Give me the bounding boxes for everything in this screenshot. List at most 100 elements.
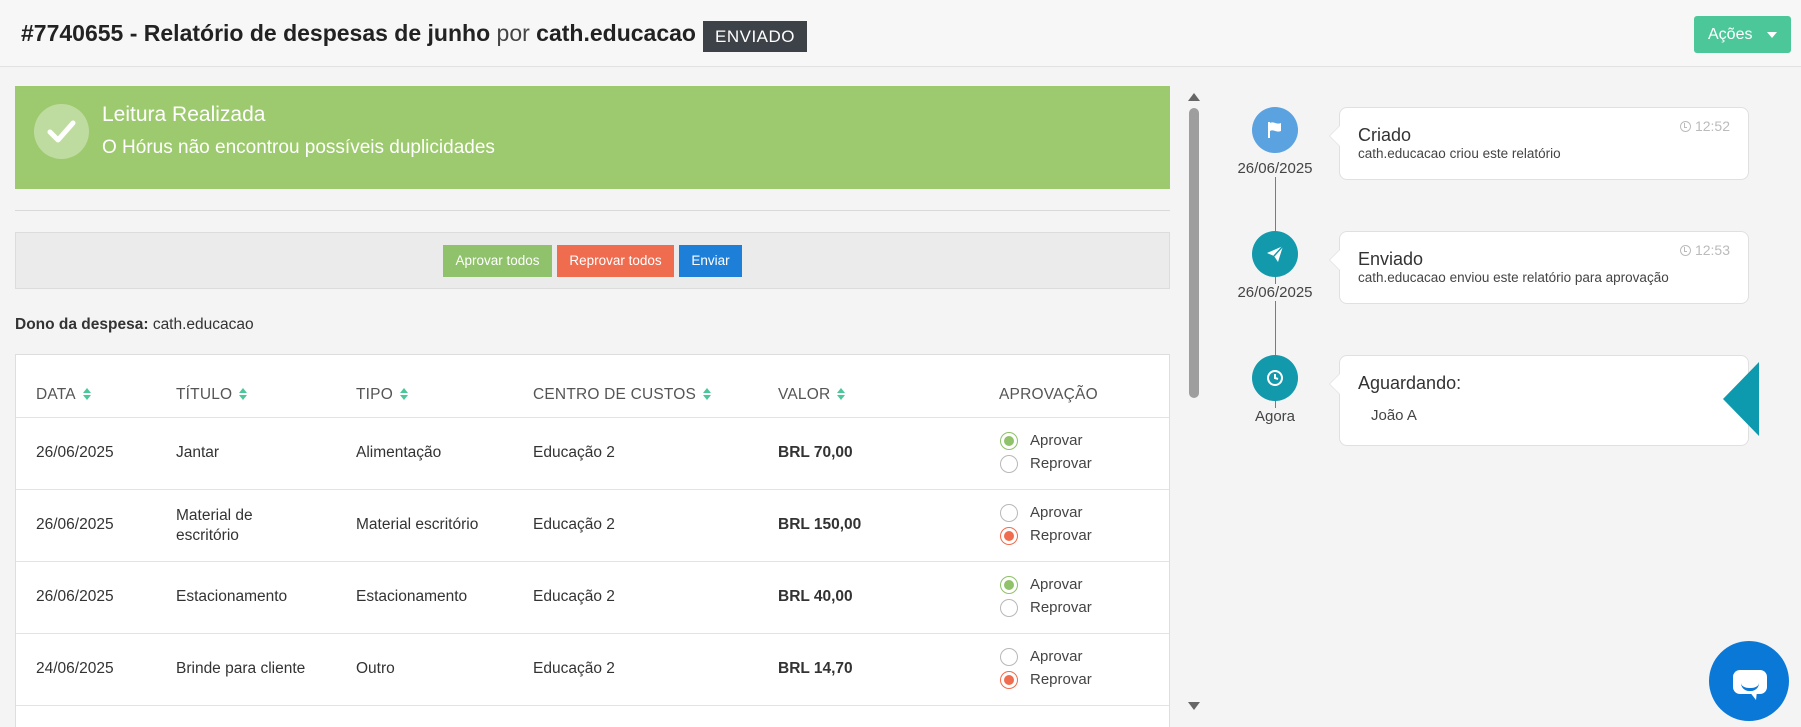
- cell-valor: BRL 40,00: [778, 588, 853, 605]
- reject-label: Reprovar: [1030, 599, 1092, 616]
- reject-label: Reprovar: [1030, 455, 1092, 472]
- scroll-thumb[interactable]: [1189, 108, 1199, 398]
- cell-data: 24/06/2025: [36, 660, 114, 677]
- clock-icon: [1679, 245, 1691, 256]
- event-title: Criado: [1358, 125, 1412, 145]
- paper-plane-icon: [1252, 231, 1298, 277]
- table-row: 24/06/2025 Brinde para cliente Outro Edu…: [16, 633, 1169, 705]
- timeline-date: 26/06/2025: [1229, 284, 1321, 301]
- expenses-table: DATA TÍTULO TIPO CENTRO DE CUSTOS VALOR …: [15, 354, 1170, 727]
- por-label: por: [496, 20, 530, 46]
- chat-support-button[interactable]: [1709, 641, 1789, 721]
- column-header-label: APROVAÇÃO: [999, 386, 1098, 403]
- reject-label: Reprovar: [1030, 671, 1092, 688]
- radio-empty-icon: [1000, 599, 1018, 617]
- content-scrollbar[interactable]: [1185, 88, 1203, 716]
- column-header-valor[interactable]: VALOR: [778, 386, 846, 404]
- column-header-tipo[interactable]: TIPO: [356, 386, 408, 404]
- clock-icon: [1679, 121, 1691, 132]
- event-time-value: 12:52: [1694, 118, 1730, 134]
- approve-radio[interactable]: Aprovar: [1000, 647, 1185, 667]
- reject-all-button[interactable]: Reprovar todos: [557, 245, 674, 277]
- approve-radio[interactable]: Aprovar: [1000, 503, 1185, 523]
- timeline-date: 26/06/2025: [1229, 160, 1321, 177]
- timeline-card-sent: Enviado cath.educacao enviou este relató…: [1329, 231, 1749, 304]
- column-header-aprovacao: APROVAÇÃO: [999, 386, 1098, 404]
- event-time-value: 12:53: [1694, 242, 1730, 258]
- flag-icon: [1252, 107, 1298, 153]
- page-title: #7740655 - Relatório de despesas de junh…: [21, 20, 696, 47]
- cell-tipo: Alimentação: [356, 444, 442, 461]
- cell-centro: Educação 2: [533, 588, 615, 605]
- cell-data: 26/06/2025: [36, 516, 114, 533]
- send-button[interactable]: Enviar: [679, 245, 742, 277]
- cell-titulo: Jantar: [176, 444, 220, 461]
- sort-icon: [239, 387, 248, 400]
- alert-message: O Hórus não encontrou possíveis duplicid…: [102, 137, 495, 158]
- column-header-label: TIPO: [356, 386, 393, 403]
- timeline-card-created: Criado cath.educacao criou este relatóri…: [1329, 107, 1749, 180]
- approve-label: Aprovar: [1030, 432, 1083, 449]
- timeline-date: Agora: [1229, 408, 1321, 425]
- reject-radio[interactable]: Reprovar: [1000, 454, 1185, 474]
- approve-label: Aprovar: [1030, 504, 1083, 521]
- sort-icon: [837, 387, 846, 400]
- cell-tipo: Estacionamento: [356, 588, 468, 605]
- approve-radio[interactable]: Aprovar: [1000, 575, 1185, 595]
- reject-radio[interactable]: Reprovar: [1000, 526, 1185, 546]
- event-description: cath.educacao enviou este relatório para…: [1358, 270, 1669, 285]
- radio-empty-icon: [1000, 455, 1018, 473]
- event-time: 12:52: [1679, 118, 1730, 134]
- radio-selected-icon: [1000, 576, 1018, 594]
- clock-icon: [1252, 355, 1298, 401]
- radio-selected-icon: [1000, 671, 1018, 689]
- status-badge: ENVIADO: [703, 21, 808, 52]
- radio-selected-icon: [1000, 432, 1018, 450]
- cell-valor: BRL 70,00: [778, 444, 853, 461]
- cell-titulo: Material de escritório: [176, 507, 253, 544]
- sort-icon: [399, 387, 408, 400]
- cell-titulo: Estacionamento: [176, 588, 288, 605]
- approve-all-button[interactable]: Aprovar todos: [443, 245, 552, 277]
- radio-empty-icon: [1000, 504, 1018, 522]
- check-circle-icon: [34, 104, 89, 159]
- reject-label: Reprovar: [1030, 527, 1092, 544]
- column-header-centro-de-custos[interactable]: CENTRO DE CUSTOS: [533, 386, 712, 404]
- radio-empty-icon: [1000, 648, 1018, 666]
- event-title: Enviado: [1358, 249, 1424, 269]
- approve-label: Aprovar: [1030, 576, 1083, 593]
- column-header-label: TÍTULO: [176, 386, 233, 403]
- event-description: cath.educacao criou este relatório: [1358, 146, 1561, 161]
- event-time: 12:53: [1679, 242, 1730, 258]
- pending-title: Aguardando:: [1358, 373, 1462, 393]
- cell-centro: Educação 2: [533, 444, 615, 461]
- bulk-action-bar: Aprovar todos Reprovar todos Enviar: [15, 232, 1170, 289]
- actions-dropdown-button[interactable]: Ações: [1694, 16, 1791, 53]
- duplicate-check-alert: Leitura Realizada O Hórus não encontrou …: [15, 86, 1170, 189]
- side-panel-toggle[interactable]: [1723, 362, 1759, 436]
- radio-selected-icon: [1000, 527, 1018, 545]
- column-header-label: VALOR: [778, 386, 831, 403]
- table-row: 26/06/2025 Jantar Alimentação Educação 2…: [16, 417, 1169, 489]
- expense-owner-value: cath.educacao: [152, 316, 254, 333]
- column-header-data[interactable]: DATA: [36, 386, 91, 404]
- reject-radio[interactable]: Reprovar: [1000, 670, 1185, 690]
- table-row: 26/06/2025 Estacionamento Estacionamento…: [16, 561, 1169, 633]
- cell-titulo: Brinde para cliente: [176, 660, 306, 677]
- reject-radio[interactable]: Reprovar: [1000, 598, 1185, 618]
- column-header-titulo[interactable]: TÍTULO: [176, 386, 248, 404]
- sort-icon: [82, 387, 91, 400]
- table-row: [16, 705, 1169, 727]
- caret-down-icon: [1767, 32, 1777, 38]
- approve-radio[interactable]: Aprovar: [1000, 431, 1185, 451]
- cell-tipo: Outro: [356, 660, 395, 677]
- approve-label: Aprovar: [1030, 648, 1083, 665]
- chat-bubble-tail: [1749, 691, 1757, 700]
- column-header-label: DATA: [36, 386, 76, 403]
- cell-centro: Educação 2: [533, 660, 615, 677]
- report-title: #7740655 - Relatório de despesas de junh…: [21, 20, 491, 46]
- cell-data: 26/06/2025: [36, 588, 114, 605]
- scroll-down-arrow-icon[interactable]: [1188, 702, 1200, 710]
- scroll-up-arrow-icon[interactable]: [1188, 93, 1200, 101]
- cell-valor: BRL 14,70: [778, 660, 853, 677]
